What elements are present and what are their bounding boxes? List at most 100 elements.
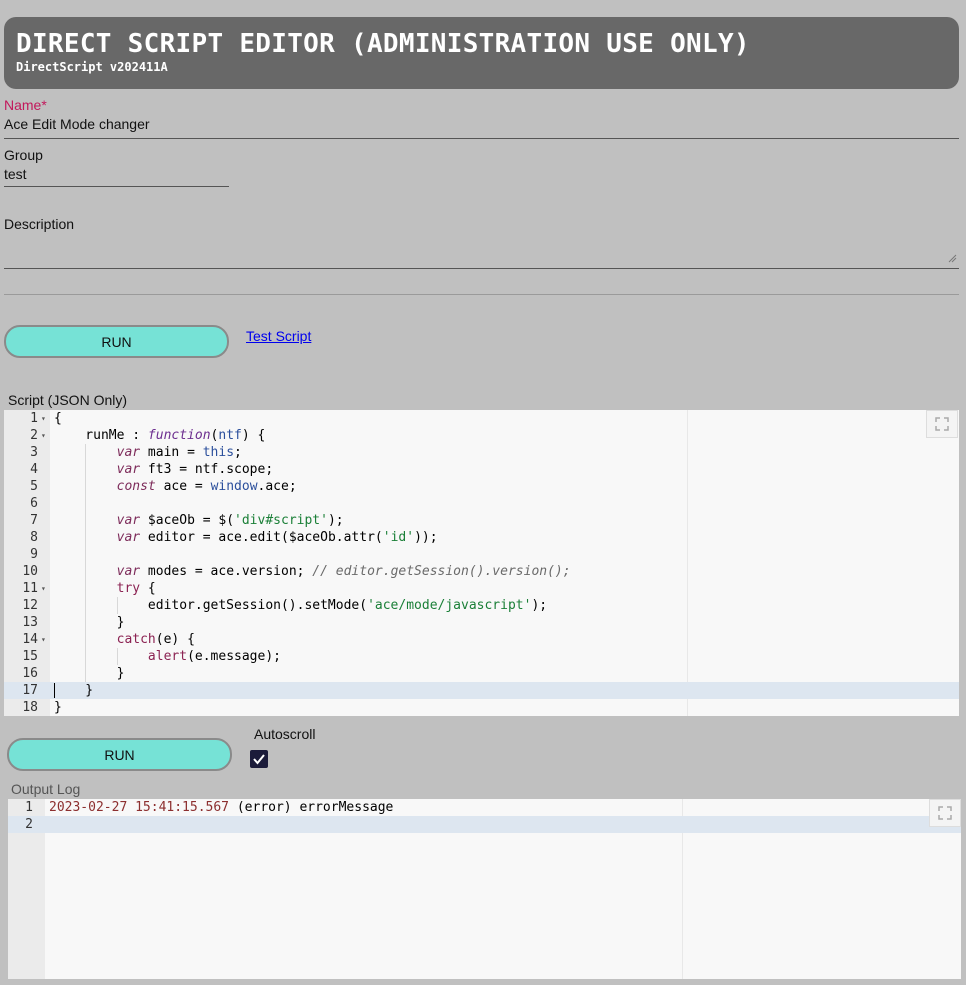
output-log-label: Output Log [11, 781, 81, 797]
script-line[interactable]: 7 var $aceOb = $('div#script'); [4, 512, 959, 529]
page-header: DIRECT SCRIPT EDITOR (ADMINISTRATION USE… [4, 17, 959, 89]
name-underline [4, 138, 959, 139]
script-line[interactable]: 18} [4, 699, 959, 716]
code-text: alert(e.message); [147, 649, 281, 664]
script-line[interactable]: 6 [4, 495, 959, 512]
log-text: 2023-02-27 15:41:15.567 (error) errorMes… [49, 799, 393, 816]
line-number: 3 [30, 445, 38, 460]
output-log-editor[interactable]: 1 2023-02-27 15:41:15.567 (error) errorMe… [8, 799, 961, 979]
name-input[interactable]: Ace Edit Mode changer [4, 116, 959, 136]
script-line[interactable]: 3 var main = this; [4, 444, 959, 461]
indent-guide [85, 495, 87, 512]
line-number: 4 [30, 462, 38, 477]
line-number: 1 [30, 411, 38, 426]
log-line[interactable]: 2 [8, 816, 961, 833]
code-text: editor.getSession().setMode('ace/mode/ja… [54, 598, 548, 613]
code-text: } [54, 683, 94, 698]
line-number: 16 [22, 666, 38, 681]
line-number: 14 [22, 632, 38, 647]
script-line[interactable]: 1 ▾ { [4, 410, 959, 427]
line-number: 8 [30, 530, 38, 545]
line-number: 17 [22, 683, 38, 698]
script-label: Script (JSON Only) [8, 392, 128, 408]
indent-guide [85, 580, 87, 597]
indent-guide [85, 563, 87, 580]
code-text: } [54, 700, 62, 715]
indent-guide [85, 512, 87, 529]
version-label: DirectScript v202411A [16, 60, 168, 74]
description-textarea[interactable] [4, 236, 959, 266]
script-line[interactable]: 10 var modes = ace.version; // editor.ge… [4, 563, 959, 580]
line-number: 12 [22, 598, 38, 613]
group-input[interactable]: test [4, 166, 229, 186]
group-underline [4, 186, 229, 187]
script-line[interactable]: 15 alert(e.message); [4, 648, 959, 665]
line-number: 13 [22, 615, 38, 630]
script-line[interactable]: 8 var editor = ace.edit($aceOb.attr('id'… [4, 529, 959, 546]
fold-arrow-icon[interactable]: ▾ [41, 427, 46, 444]
indent-guide [85, 444, 87, 461]
text-cursor [54, 683, 55, 698]
line-number: 6 [30, 496, 38, 511]
line-number: 2 [25, 817, 33, 832]
line-number: 10 [22, 564, 38, 579]
script-line[interactable]: 11 ▾ try { [4, 580, 959, 597]
indent-guide [116, 597, 118, 614]
code-text: var main = this; [116, 445, 242, 460]
run-button-bottom[interactable]: RUN [7, 738, 232, 771]
indent-guide [85, 529, 87, 546]
line-number: 7 [30, 513, 38, 528]
code-text: { [54, 411, 62, 426]
script-line[interactable]: 2 ▾ runMe : function(ntf) { [4, 427, 959, 444]
checkmark-icon [253, 754, 265, 765]
indent-guide [85, 478, 87, 495]
output-fullscreen-icon[interactable] [929, 799, 961, 827]
line-number: 1 [25, 800, 33, 815]
indent-guide [85, 461, 87, 478]
code-text: var $aceOb = $('div#script'); [116, 513, 344, 528]
page-title: DIRECT SCRIPT EDITOR (ADMINISTRATION USE… [16, 29, 750, 59]
line-number: 11 [22, 581, 38, 596]
description-label: Description [4, 216, 75, 232]
code-text: var ft3 = ntf.scope; [116, 462, 274, 477]
code-text: var editor = ace.edit($aceOb.attr('id'))… [116, 530, 438, 545]
log-line[interactable]: 1 2023-02-27 15:41:15.567 (error) errorMe… [8, 799, 961, 816]
script-line[interactable]: 14 ▾ catch(e) { [4, 631, 959, 648]
script-editor[interactable]: 1 ▾{2 ▾ runMe : function(ntf) {3 var main … [4, 410, 959, 716]
indent-guide [85, 597, 87, 614]
indent-guide [85, 546, 87, 563]
script-line[interactable]: 17 } [4, 682, 959, 699]
run-button-top[interactable]: RUN [4, 325, 229, 358]
log-message: (error) errorMessage [229, 800, 394, 815]
line-number: 9 [30, 547, 38, 562]
log-timestamp: 2023-02-27 15:41:15.567 [49, 800, 230, 815]
script-line[interactable]: 12 editor.getSession().setMode('ace/mode… [4, 597, 959, 614]
code-text: runMe : function(ntf) { [54, 428, 266, 443]
line-number: 15 [22, 649, 38, 664]
fullscreen-icon[interactable] [926, 410, 958, 438]
script-line[interactable]: 13 } [4, 614, 959, 631]
code-text: } [54, 615, 125, 630]
indent-guide [85, 648, 87, 665]
fold-arrow-icon[interactable]: ▾ [41, 580, 46, 597]
resize-handle-icon[interactable] [948, 254, 957, 263]
group-label: Group [4, 147, 43, 163]
fold-arrow-icon[interactable]: ▾ [41, 410, 46, 427]
name-label: Name* [4, 97, 47, 113]
test-script-link[interactable]: Test Script [246, 328, 311, 344]
code-text: try { [116, 581, 156, 596]
code-text: catch(e) { [116, 632, 195, 647]
indent-guide [85, 614, 87, 631]
code-text: var modes = ace.version; // editor.getSe… [116, 564, 571, 579]
fold-arrow-icon[interactable]: ▾ [41, 631, 46, 648]
indent-guide [116, 648, 118, 665]
line-number: 2 [30, 428, 38, 443]
line-number: 5 [30, 479, 38, 494]
indent-guide [85, 631, 87, 648]
script-line[interactable]: 4 var ft3 = ntf.scope; [4, 461, 959, 478]
line-number: 18 [22, 700, 38, 715]
script-line[interactable]: 5 const ace = window.ace; [4, 478, 959, 495]
script-line[interactable]: 9 [4, 546, 959, 563]
autoscroll-checkbox[interactable] [250, 750, 268, 768]
script-line[interactable]: 16 } [4, 665, 959, 682]
